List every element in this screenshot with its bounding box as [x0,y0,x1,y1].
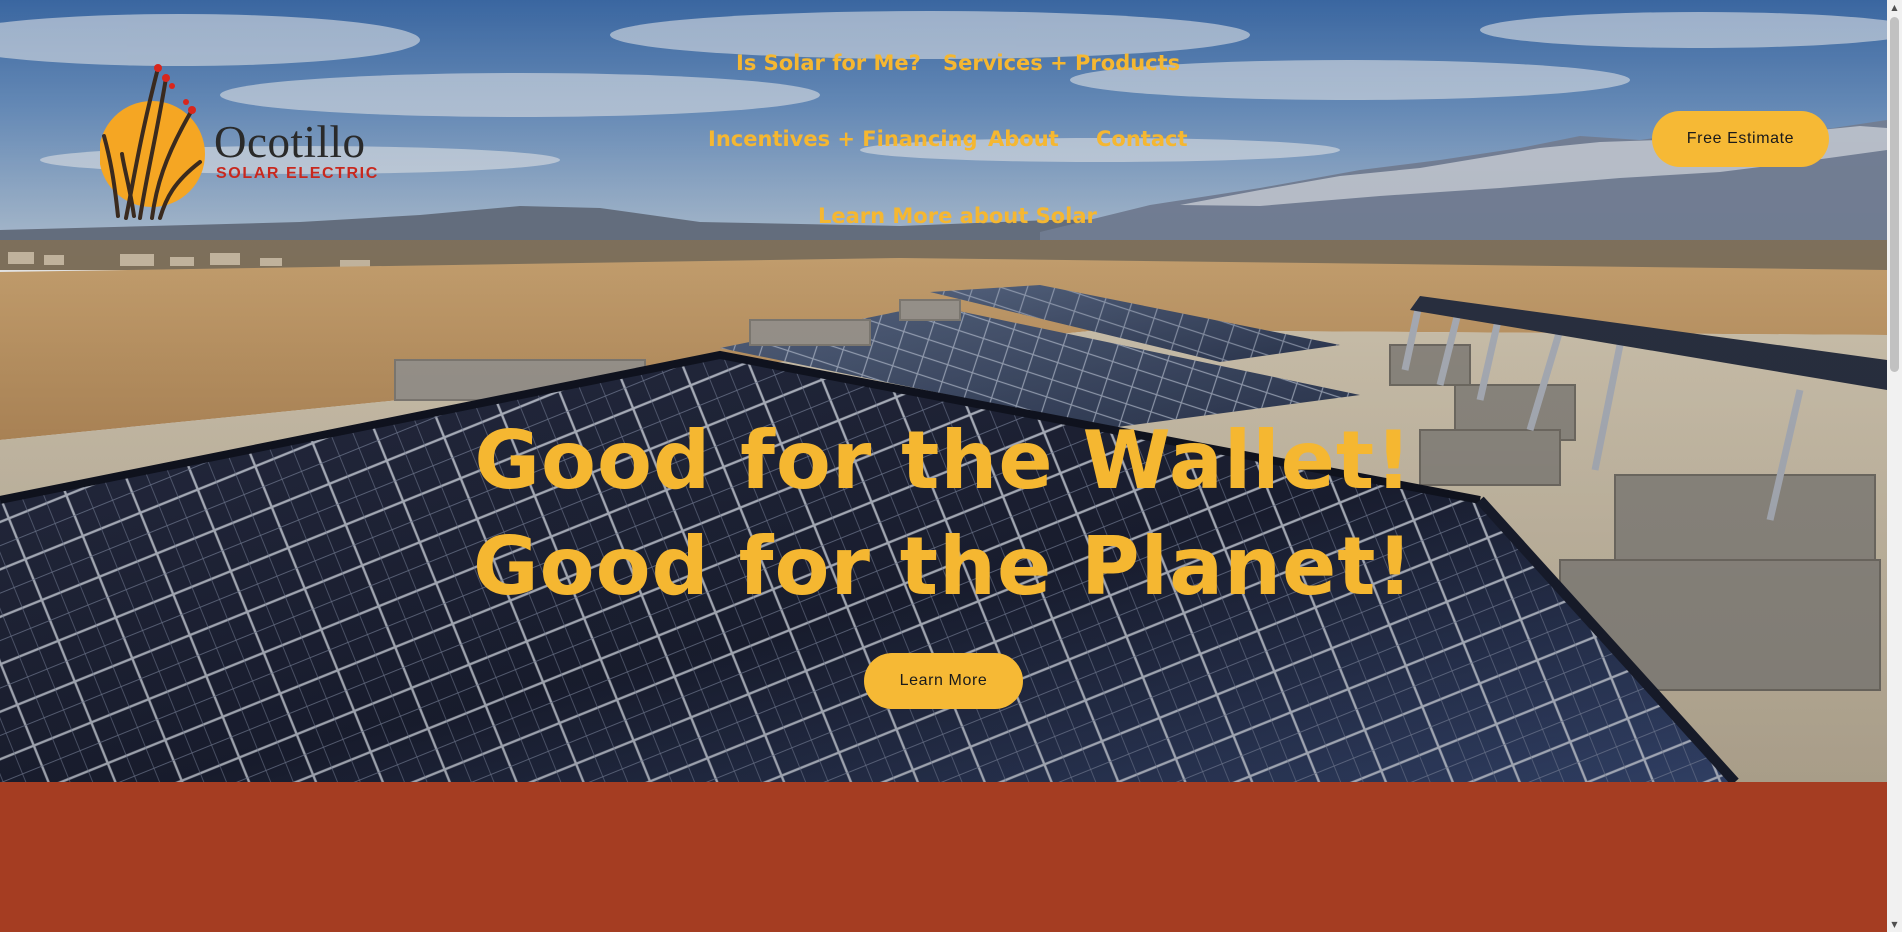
nav-learn-more-about-solar[interactable]: Learn More about Solar [818,206,1097,227]
hero-section: Ocotillo SOLAR ELECTRIC Is Solar for Me?… [0,0,1887,782]
page: Ocotillo SOLAR ELECTRIC Is Solar for Me?… [0,0,1887,932]
scrollbar-thumb[interactable] [1890,17,1899,372]
learn-more-button[interactable]: Learn More [864,653,1023,709]
page-scrollbar[interactable]: ▲ ▼ [1887,0,1902,932]
hero-headline: Good for the Wallet! Good for the Planet… [0,408,1887,620]
headline-line-1: Good for the Wallet! [474,414,1413,507]
ocotillo-plant-icon [100,64,205,220]
nav-contact[interactable]: Contact [1096,129,1188,150]
brand-name: Ocotillo [214,117,366,167]
brand-tagline: SOLAR ELECTRIC [216,165,379,182]
rust-color-band [0,782,1887,932]
free-estimate-button[interactable]: Free Estimate [1652,111,1829,167]
nav-is-solar-for-me[interactable]: Is Solar for Me? [736,53,921,74]
nav-incentives-financing[interactable]: Incentives + Financing [708,129,978,150]
headline-line-2: Good for the Planet! [472,520,1415,613]
scroll-up-arrow-icon[interactable]: ▲ [1887,0,1902,15]
scroll-down-arrow-icon[interactable]: ▼ [1887,917,1902,932]
nav-about[interactable]: About [988,129,1059,150]
nav-services-products[interactable]: Services + Products [943,53,1180,74]
brand-logo[interactable]: Ocotillo SOLAR ELECTRIC [100,58,377,226]
